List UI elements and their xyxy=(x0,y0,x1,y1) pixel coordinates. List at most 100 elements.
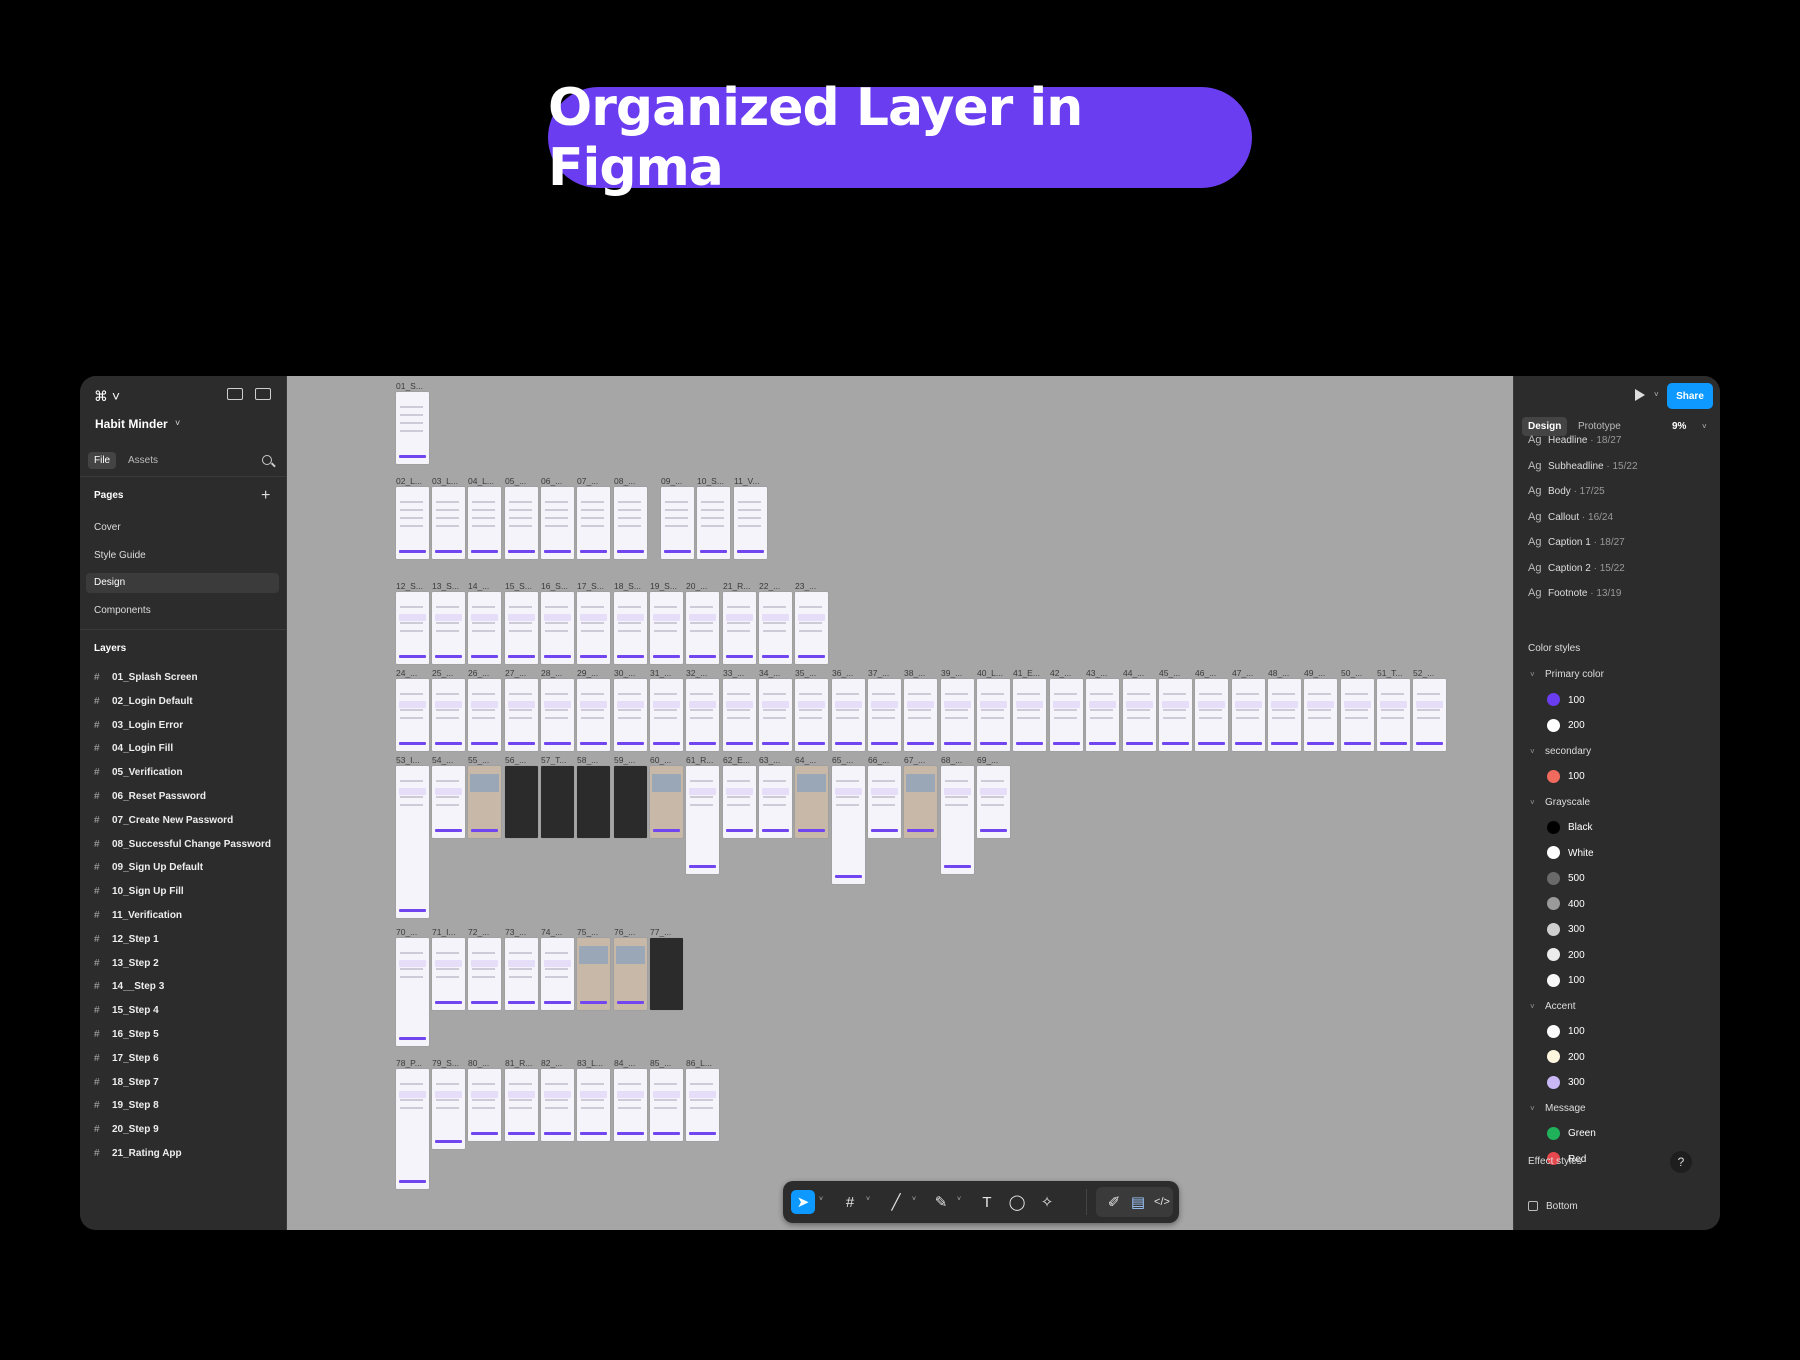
color-swatch-item[interactable]: 500 xyxy=(1547,871,1585,887)
color-swatch-item[interactable]: 300 xyxy=(1547,922,1585,938)
design-frame[interactable] xyxy=(650,592,683,664)
color-swatch-item[interactable]: 100 xyxy=(1547,1024,1585,1040)
ai-icon[interactable]: ✧ xyxy=(1035,1190,1059,1214)
design-frame[interactable] xyxy=(723,592,756,664)
design-frame[interactable] xyxy=(977,766,1010,838)
design-frame[interactable] xyxy=(614,938,647,1010)
layer-item[interactable]: #17_Step 6 xyxy=(94,1051,159,1067)
design-frame[interactable] xyxy=(650,766,683,838)
design-frame[interactable] xyxy=(1268,679,1301,751)
chevron-down-icon[interactable]: ˅ xyxy=(175,418,180,428)
color-swatch-item[interactable]: 100 xyxy=(1547,693,1585,709)
design-frame[interactable] xyxy=(432,938,465,1010)
chevron-down-icon[interactable]: ˅ xyxy=(1530,747,1545,756)
design-frame[interactable] xyxy=(432,592,465,664)
design-frame[interactable] xyxy=(577,592,610,664)
layer-item[interactable]: #01_Splash Screen xyxy=(94,670,198,686)
tab-file[interactable]: File xyxy=(88,452,117,469)
layer-item[interactable]: #16_Step 5 xyxy=(94,1027,159,1043)
text-style-item[interactable]: Ag Footnote · 13/19 xyxy=(1528,587,1621,599)
zoom-level[interactable]: 9% xyxy=(1672,421,1686,432)
chevron-down-icon[interactable]: ˅ xyxy=(912,1196,916,1203)
play-icon[interactable] xyxy=(1635,389,1645,401)
layer-item[interactable]: #18_Step 7 xyxy=(94,1075,159,1091)
design-frame[interactable] xyxy=(577,487,610,559)
line-icon[interactable]: ╱ xyxy=(884,1190,908,1214)
comment-icon[interactable]: ◯ xyxy=(1005,1190,1029,1214)
share-button[interactable]: Share xyxy=(1667,383,1713,409)
color-group-header[interactable]: ˅ Message xyxy=(1530,1103,1586,1114)
design-frame[interactable] xyxy=(868,766,901,838)
design-frame[interactable] xyxy=(396,766,429,918)
design-frame[interactable] xyxy=(396,1069,429,1189)
design-frame[interactable] xyxy=(1341,679,1374,751)
sidebar-toggle-icon[interactable] xyxy=(255,388,271,400)
design-frame[interactable] xyxy=(432,487,465,559)
design-frame[interactable] xyxy=(977,679,1010,751)
help-button[interactable]: ? xyxy=(1670,1151,1692,1173)
layer-item[interactable]: #05_Verification xyxy=(94,765,183,781)
design-frame[interactable] xyxy=(468,1069,501,1141)
project-name[interactable]: Habit Minder xyxy=(95,417,168,431)
design-mode-icon[interactable]: ▤ xyxy=(1126,1190,1150,1214)
layer-item[interactable]: #03_Login Error xyxy=(94,718,183,734)
design-frame[interactable] xyxy=(505,766,538,838)
layer-item[interactable]: #14__Step 3 xyxy=(94,979,164,995)
design-frame[interactable] xyxy=(832,766,865,884)
design-frame[interactable] xyxy=(759,766,792,838)
design-frame[interactable] xyxy=(468,938,501,1010)
design-frame[interactable] xyxy=(468,487,501,559)
text-style-item[interactable]: Ag Caption 2 · 15/22 xyxy=(1528,562,1625,574)
chevron-down-icon[interactable]: ˅ xyxy=(1530,798,1545,807)
design-frame[interactable] xyxy=(1013,679,1046,751)
design-frame[interactable] xyxy=(614,679,647,751)
dev-mode-icon[interactable]: </> xyxy=(1150,1190,1174,1214)
design-frame[interactable] xyxy=(468,592,501,664)
design-frame[interactable] xyxy=(614,766,647,838)
color-group-header[interactable]: ˅ Primary color xyxy=(1530,669,1604,680)
design-frame[interactable] xyxy=(614,487,647,559)
design-frame[interactable] xyxy=(723,766,756,838)
effect-style-item[interactable]: Bottom xyxy=(1528,1201,1578,1212)
page-item-design[interactable]: Design xyxy=(86,573,279,593)
color-swatch-item[interactable]: Black xyxy=(1547,820,1592,836)
figma-menu-icon[interactable]: ⌘ ˅ xyxy=(94,388,120,405)
design-frame[interactable] xyxy=(1304,679,1337,751)
design-frame[interactable] xyxy=(941,766,974,874)
layer-item[interactable]: #11_Verification xyxy=(94,908,182,924)
color-swatch-item[interactable]: White xyxy=(1547,846,1594,862)
design-frame[interactable] xyxy=(1050,679,1083,751)
text-style-item[interactable]: Ag Subheadline · 15/22 xyxy=(1528,460,1638,472)
chevron-down-icon[interactable]: ˅ xyxy=(1702,422,1707,431)
design-frame[interactable] xyxy=(614,592,647,664)
design-frame[interactable] xyxy=(505,679,538,751)
color-swatch-item[interactable]: 300 xyxy=(1547,1075,1585,1091)
layer-item[interactable]: #04_Login Fill xyxy=(94,741,173,757)
design-frame[interactable] xyxy=(577,938,610,1010)
ai-text-icon[interactable] xyxy=(227,388,243,400)
color-swatch-item[interactable]: 200 xyxy=(1547,718,1585,734)
layer-item[interactable]: #15_Step 4 xyxy=(94,1003,159,1019)
design-frame[interactable] xyxy=(432,679,465,751)
design-frame[interactable] xyxy=(541,1069,574,1141)
design-frame[interactable] xyxy=(1159,679,1192,751)
design-canvas[interactable]: 01_S... 02_L... 03_L... 04_L... 05_... 06_...… xyxy=(287,376,1513,1230)
color-swatch-item[interactable]: 200 xyxy=(1547,948,1585,964)
chevron-down-icon[interactable]: ˅ xyxy=(1530,670,1545,679)
design-frame[interactable] xyxy=(541,487,574,559)
design-frame[interactable] xyxy=(1413,679,1446,751)
design-frame[interactable] xyxy=(396,592,429,664)
design-frame[interactable] xyxy=(577,766,610,838)
draw-icon[interactable]: ✐ xyxy=(1102,1190,1126,1214)
color-swatch-item[interactable]: 100 xyxy=(1547,973,1585,989)
tab-assets[interactable]: Assets xyxy=(122,452,164,469)
design-frame[interactable] xyxy=(577,1069,610,1141)
design-frame[interactable] xyxy=(795,592,828,664)
text-icon[interactable]: T xyxy=(975,1190,999,1214)
page-item-cover[interactable]: Cover xyxy=(86,518,279,538)
design-frame[interactable] xyxy=(941,679,974,751)
design-frame[interactable] xyxy=(795,679,828,751)
design-frame[interactable] xyxy=(577,679,610,751)
text-style-item[interactable]: Ag Headline · 18/27 xyxy=(1528,434,1621,446)
color-group-header[interactable]: ˅ secondary xyxy=(1530,746,1591,757)
